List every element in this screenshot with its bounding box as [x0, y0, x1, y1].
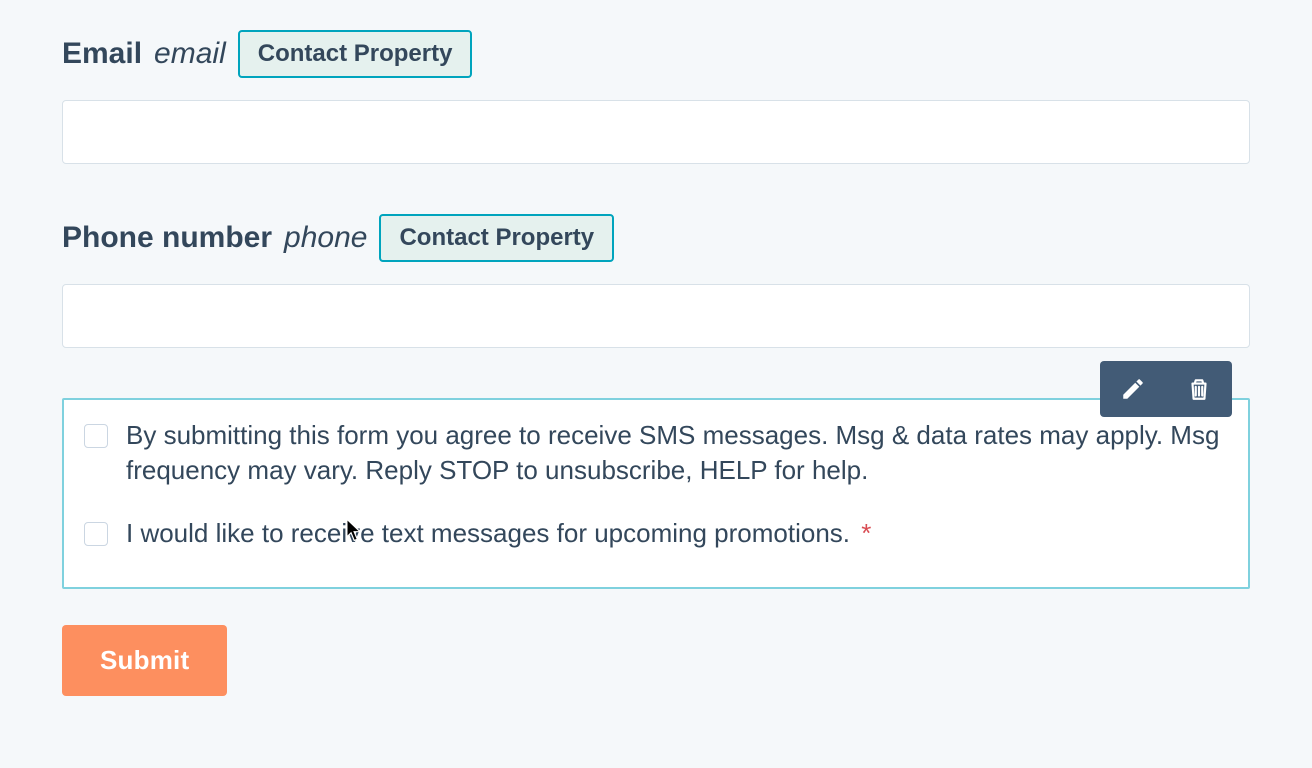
phone-label-row: Phone number phone Contact Property — [62, 214, 1250, 262]
submit-button[interactable]: Submit — [62, 625, 227, 696]
consent-checkbox-label: By submitting this form you agree to rec… — [126, 418, 1228, 488]
phone-label: Phone number — [62, 221, 272, 255]
edit-button[interactable] — [1100, 361, 1166, 417]
phone-slug: phone — [284, 221, 367, 255]
phone-field-group: Phone number phone Contact Property — [62, 214, 1250, 348]
phone-input[interactable] — [62, 284, 1250, 348]
promotions-checkbox[interactable] — [84, 522, 108, 546]
checkbox-block[interactable]: By submitting this form you agree to rec… — [62, 398, 1250, 589]
email-slug: email — [154, 37, 226, 71]
consent-checkbox-row: By submitting this form you agree to rec… — [84, 418, 1228, 488]
checkbox-block-inner: By submitting this form you agree to rec… — [62, 398, 1250, 589]
trash-icon — [1186, 376, 1212, 402]
delete-button[interactable] — [1166, 361, 1232, 417]
field-action-toolbar — [1100, 361, 1232, 417]
phone-property-tag[interactable]: Contact Property — [379, 214, 614, 262]
required-asterisk: * — [861, 518, 871, 548]
promotions-checkbox-row: I would like to receive text messages fo… — [84, 516, 1228, 551]
email-input[interactable] — [62, 100, 1250, 164]
email-label: Email — [62, 37, 142, 71]
email-label-row: Email email Contact Property — [62, 30, 1250, 78]
email-property-tag[interactable]: Contact Property — [238, 30, 473, 78]
promotions-label-text: I would like to receive text messages fo… — [126, 518, 850, 548]
pencil-icon — [1120, 376, 1146, 402]
promotions-checkbox-label: I would like to receive text messages fo… — [126, 516, 871, 551]
consent-checkbox[interactable] — [84, 424, 108, 448]
email-field-group: Email email Contact Property — [62, 30, 1250, 164]
form-canvas: Email email Contact Property Phone numbe… — [0, 0, 1312, 736]
